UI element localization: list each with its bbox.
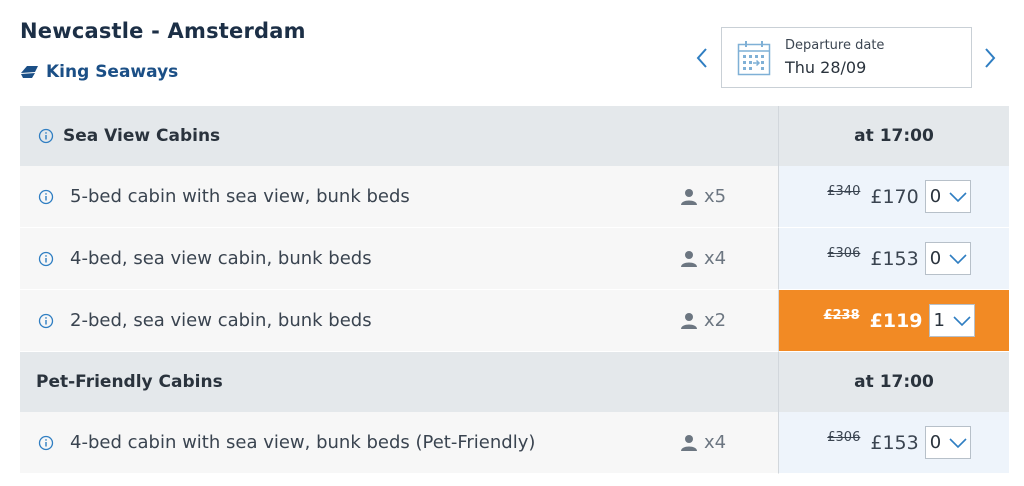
price-cell: £306 £153 0 — [779, 228, 1009, 290]
person-icon — [681, 312, 697, 329]
operator-name: King Seaways — [46, 62, 179, 82]
cabin-row: 2-bed, sea view cabin, bunk beds x2 £238… — [20, 290, 1009, 352]
quantity-select[interactable]: 0 — [924, 180, 971, 213]
quantity-value: 1 — [933, 310, 945, 331]
discounted-price: £119 — [869, 309, 923, 332]
occupancy-count: x4 — [704, 248, 727, 269]
section-header: Pet-Friendly Cabins at 17:00 — [20, 352, 1009, 412]
person-icon — [681, 250, 697, 267]
cabin-name: 4-bed cabin with sea view, bunk beds (Pe… — [70, 432, 536, 453]
departure-time: at 17:00 — [854, 372, 934, 392]
cabin-row: 4-bed cabin with sea view, bunk beds (Pe… — [20, 412, 1009, 474]
chevron-down-icon — [949, 191, 967, 202]
chevron-down-icon — [952, 315, 971, 326]
info-icon[interactable] — [38, 189, 54, 205]
occupancy: x5 — [680, 186, 726, 207]
occupancy-count: x5 — [704, 186, 727, 207]
cabin-name: 5-bed cabin with sea view, bunk beds — [70, 186, 410, 207]
quantity-value: 0 — [929, 186, 942, 207]
price-cell: £306 £153 0 — [779, 412, 1009, 474]
cabin-row: 4-bed, sea view cabin, bunk beds x4 £306… — [20, 228, 1009, 290]
occupancy: x2 — [680, 310, 726, 331]
quantity-value: 0 — [929, 432, 942, 453]
occupancy: x4 — [680, 248, 726, 269]
info-icon[interactable] — [38, 251, 54, 267]
discounted-price: £153 — [870, 247, 919, 270]
info-icon[interactable] — [38, 313, 54, 329]
chevron-down-icon — [949, 437, 967, 448]
info-icon[interactable] — [38, 435, 54, 451]
section-title: Pet-Friendly Cabins — [36, 372, 223, 392]
section-header: Sea View Cabins at 17:00 — [20, 106, 1009, 166]
chevron-right-icon — [985, 48, 996, 68]
original-price: £306 — [827, 246, 861, 261]
cabin-row: 5-bed cabin with sea view, bunk beds x5 … — [20, 166, 1009, 228]
chevron-left-icon — [696, 48, 707, 68]
quantity-select[interactable]: 1 — [928, 304, 975, 337]
route-title: Newcastle - Amsterdam — [20, 19, 306, 43]
occupancy-count: x2 — [704, 310, 727, 331]
discounted-price: £153 — [870, 431, 919, 454]
price-cell-selected[interactable]: £238 £119 1 — [779, 290, 1009, 352]
occupancy: x4 — [680, 432, 726, 453]
chevron-down-icon — [949, 253, 967, 264]
quantity-select[interactable]: 0 — [924, 426, 971, 459]
original-price: £306 — [827, 430, 861, 445]
original-price: £238 — [823, 308, 860, 323]
next-date-button[interactable] — [980, 43, 1000, 73]
occupancy-count: x4 — [704, 432, 727, 453]
departure-date-picker[interactable]: Departure date Thu 28/09 — [721, 27, 972, 88]
operator: King Seaways — [20, 62, 178, 82]
cabin-name: 2-bed, sea view cabin, bunk beds — [70, 310, 372, 331]
section-title: Sea View Cabins — [63, 126, 221, 146]
discounted-price: £170 — [870, 185, 919, 208]
previous-date-button[interactable] — [692, 43, 712, 73]
price-cell: £340 £170 0 — [779, 166, 1009, 228]
quantity-select[interactable]: 0 — [924, 242, 971, 275]
quantity-value: 0 — [929, 248, 942, 269]
departure-date-label: Departure date — [785, 38, 885, 53]
person-icon — [681, 434, 697, 451]
departure-date-value: Thu 28/09 — [785, 58, 867, 77]
info-icon[interactable] — [38, 128, 54, 144]
original-price: £340 — [827, 184, 861, 199]
departure-time: at 17:00 — [854, 126, 934, 146]
person-icon — [681, 188, 697, 205]
calendar-icon — [737, 40, 771, 75]
ship-icon — [20, 64, 40, 80]
cabin-table: Sea View Cabins at 17:00 5-bed cabin wit… — [20, 106, 1009, 474]
cabin-name: 4-bed, sea view cabin, bunk beds — [70, 248, 372, 269]
